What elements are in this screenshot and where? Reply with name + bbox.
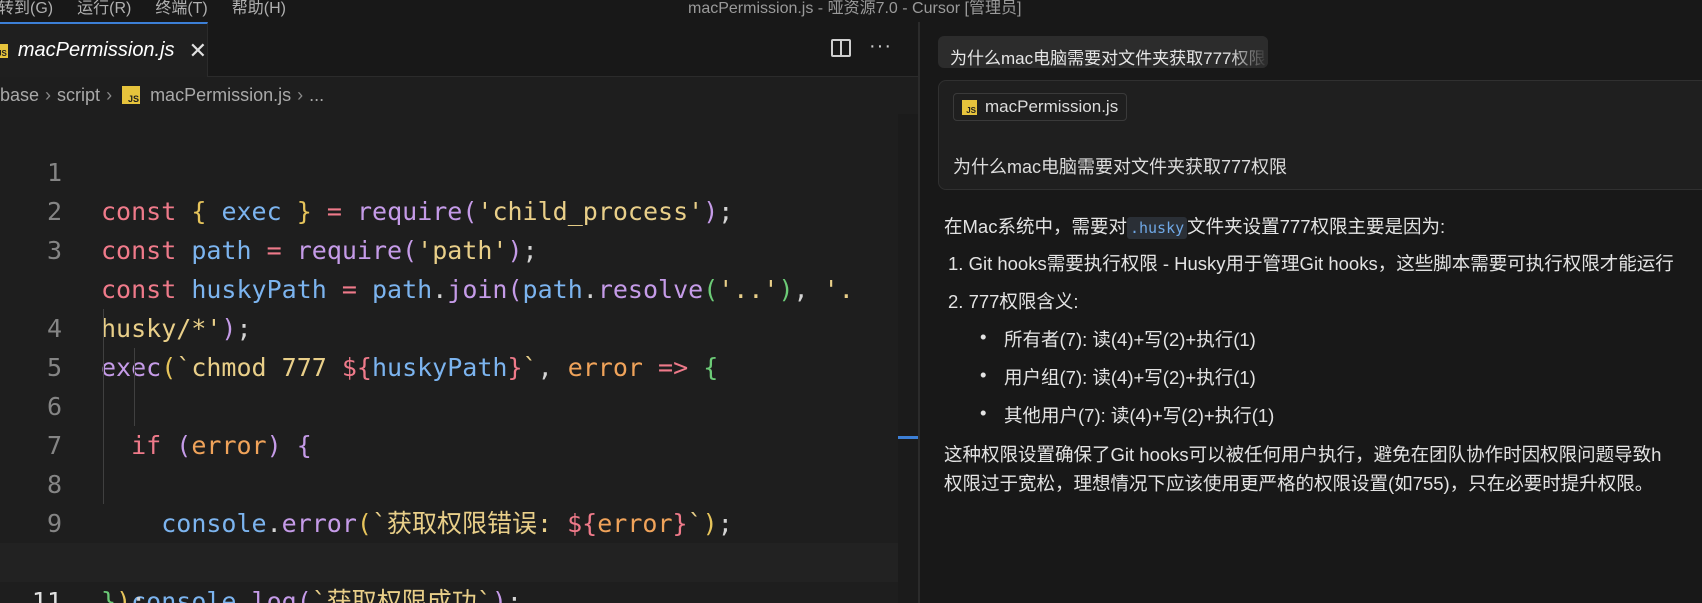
- tab-label: macPermission.js: [17, 39, 175, 61]
- js-file-icon: JS: [962, 99, 977, 115]
- editor-actions: ···: [831, 36, 892, 57]
- indent-guide: [103, 309, 104, 348]
- chevron-right-icon: ›: [297, 84, 304, 105]
- indent-guide: [103, 387, 104, 426]
- menu-bar: 转到(G) 运行(R) 终端(T) 帮助(H): [0, 0, 310, 18]
- breadcrumb-symbol[interactable]: ...: [309, 85, 324, 106]
- file-context-chip[interactable]: JS macPermission.js: [953, 93, 1128, 121]
- more-actions-icon[interactable]: ···: [869, 36, 892, 57]
- chat-title[interactable]: 为什么mac电脑需要对文件夹获取777权限: [938, 36, 1268, 68]
- intro-text: 文件夹设置777权限主要是因为:: [1187, 216, 1446, 237]
- menu-goto[interactable]: 转到(G): [0, 0, 53, 18]
- vertical-scrollbar[interactable]: [898, 114, 918, 603]
- breadcrumb-base[interactable]: base: [0, 85, 39, 106]
- tab-bar: JS macPermission.js ✕ ···: [0, 22, 918, 77]
- editor-pane: JS macPermission.js ✕ ··· base › script …: [0, 22, 918, 603]
- file-chip-label: macPermission.js: [985, 97, 1119, 116]
- bullet-item: 用户组(7): 读(4)+写(2)+执行(1): [980, 364, 1256, 390]
- menu-help[interactable]: 帮助(H): [232, 0, 286, 18]
- window-title: macPermission.js - 哑资源7.0 - Cursor [管理员]: [688, 0, 1022, 17]
- chevron-right-icon: ›: [45, 84, 52, 105]
- breadcrumb-file[interactable]: macPermission.js: [150, 85, 291, 106]
- menu-run[interactable]: 运行(R): [77, 0, 131, 18]
- scrollbar-cursor-marker: [898, 436, 918, 439]
- title-bar: 转到(G) 运行(R) 终端(T) 帮助(H) macPermission.js…: [0, 0, 1702, 22]
- code-text: console.log(`获取权限成功`);: [131, 587, 522, 603]
- code-line: 6 console.error(`获取权限错误: ${error}`);: [0, 348, 900, 538]
- intro-text: 在Mac系统中，需要对: [944, 216, 1127, 237]
- chat-panel: 为什么mac电脑需要对文件夹获取777权限 JS macPermission.j…: [920, 22, 1702, 603]
- code-line: 3 const huskyPath = path.join(path.resol…: [0, 192, 900, 304]
- app-window: 转到(G) 运行(R) 终端(T) 帮助(H) macPermission.js…: [0, 0, 1702, 603]
- indent-guide: [134, 348, 135, 387]
- code-line: 5 if (error) {: [0, 309, 900, 460]
- code-line: 2 const path = require('path');: [0, 153, 900, 265]
- tab-macpermission[interactable]: JS macPermission.js ✕: [0, 22, 208, 77]
- code-line: 9 console.log(`获取权限成功`);: [0, 465, 900, 603]
- user-message-text: 为什么mac电脑需要对文件夹获取777权限: [953, 157, 1288, 177]
- js-file-icon: JS: [122, 86, 141, 104]
- code-line-active[interactable]: 11: [0, 543, 900, 603]
- answer-paragraph: 权限过于宽松，理想情况下应该使用更严格的权限设置(如755)，只在必要时提升权限…: [944, 473, 1654, 494]
- close-icon[interactable]: ✕: [189, 38, 207, 64]
- code-line: 4 exec(`chmod 777 ${huskyPath}`, error =…: [0, 270, 900, 382]
- bullet-item: 所有者(7): 读(4)+写(2)+执行(1): [980, 326, 1256, 352]
- indent-guide: [134, 387, 135, 426]
- breadcrumb-script[interactable]: script: [57, 85, 100, 106]
- code-line: 1 const { exec } = require('child_proces…: [0, 114, 900, 226]
- indent-guide: [103, 426, 104, 465]
- list-item: 2. 777权限含义:: [948, 291, 1079, 312]
- inline-code: .husky: [1126, 217, 1188, 239]
- code-line: 7 return;: [0, 387, 900, 577]
- bullet-item: 其他用户(7): 读(4)+写(2)+执行(1): [980, 402, 1274, 428]
- indent-guide: [103, 348, 104, 387]
- chevron-right-icon: ›: [106, 84, 113, 105]
- split-editor-icon[interactable]: [831, 39, 852, 57]
- indent-guide: [103, 465, 104, 504]
- menu-terminal[interactable]: 终端(T): [155, 0, 207, 18]
- line-number: 11: [31, 587, 62, 603]
- code-line: 10 });: [0, 504, 900, 603]
- answer-paragraph: 这种权限设置确保了Git hooks可以被任何用户执行，避免在团队协作时因权限问…: [944, 444, 1662, 465]
- js-file-icon: JS: [0, 43, 8, 58]
- code-editor[interactable]: 1 const { exec } = require('child_proces…: [0, 114, 900, 603]
- list-item: 1. Git hooks需要执行权限 - Husky用于管理Git hooks，…: [948, 253, 1674, 274]
- code-line: husky/*');: [0, 231, 900, 343]
- breadcrumb: base › script › JS macPermission.js › ..…: [0, 78, 324, 112]
- answer-intro: 在Mac系统中，需要对 .husky 文件夹设置777权限主要是因为:: [944, 212, 1702, 242]
- assistant-answer: 在Mac系统中，需要对 .husky 文件夹设置777权限主要是因为: 1. Git…: [944, 212, 1702, 494]
- code-line: 8 }: [0, 426, 900, 577]
- user-message[interactable]: JS macPermission.js 为什么mac电脑需要对文件夹获取777权…: [938, 80, 1702, 190]
